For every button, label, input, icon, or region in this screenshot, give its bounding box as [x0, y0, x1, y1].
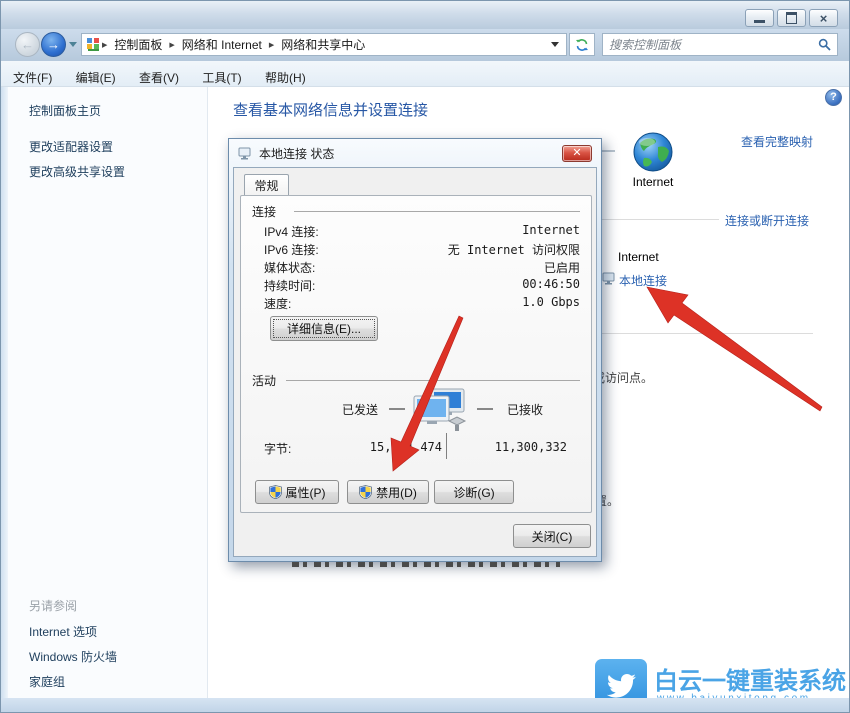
back-button[interactable]: ←: [15, 32, 40, 57]
page-title: 查看基本网络信息并设置连接: [233, 99, 428, 120]
minimize-button[interactable]: [745, 9, 774, 27]
section-divider: [601, 219, 719, 220]
annotation-arrow-local-connection: [647, 287, 822, 411]
breadcrumb-network-sharing-center[interactable]: 网络和共享中心: [275, 36, 371, 53]
diagnose-button-label: 诊断(G): [453, 484, 494, 501]
disable-button-label: 禁用(D): [376, 484, 417, 501]
sidebar-see-also-header: 另请参阅: [29, 597, 77, 614]
duration-label: 持续时间:: [264, 277, 315, 294]
search-icon: [818, 38, 831, 51]
dialog-monitor-icon: [238, 147, 251, 160]
refresh-icon: [575, 38, 589, 52]
activity-group-label: 活动: [252, 372, 276, 389]
details-button[interactable]: 详细信息(E)...: [270, 316, 378, 341]
internet-globe-icon: [632, 131, 674, 173]
search-box[interactable]: [602, 33, 838, 56]
media-state-value: 已启用: [380, 259, 580, 276]
bytes-received-value: 11,300,332: [469, 440, 567, 454]
connection-monitor-icon: [602, 272, 615, 285]
address-bar[interactable]: ▶ 控制面板 ▶ 网络和 Internet ▶ 网络和共享中心: [81, 33, 567, 56]
sidebar-item-internet-options[interactable]: Internet 选项: [29, 623, 97, 640]
ipv6-value: 无 Internet 访问权限: [380, 241, 580, 258]
local-area-connection-link[interactable]: 本地连接: [619, 272, 667, 289]
details-button-label: 详细信息(E)...: [287, 320, 361, 337]
watermark-title: 白云一键重装系统: [654, 661, 846, 696]
tab-general[interactable]: 常规: [244, 174, 289, 196]
group-divider: [286, 380, 580, 381]
breadcrumb-control-panel[interactable]: 控制面板: [108, 36, 168, 53]
uac-shield-icon: [269, 485, 282, 499]
bytes-sent-value: 15,604,474: [342, 440, 442, 454]
duration-value: 00:46:50: [380, 277, 580, 291]
properties-button[interactable]: 属性(P): [255, 480, 339, 504]
connection-group-label: 连接: [252, 203, 276, 220]
speed-label: 速度:: [264, 295, 291, 312]
ipv4-value: Internet: [380, 223, 580, 237]
search-input[interactable]: [603, 38, 818, 52]
breadcrumb-separator-icon: ▶: [168, 41, 175, 49]
connect-disconnect-link[interactable]: 连接或断开连接: [725, 212, 809, 229]
menu-file[interactable]: 文件(F): [3, 64, 62, 86]
active-network-name: Internet: [618, 250, 659, 264]
restore-button[interactable]: [777, 9, 806, 27]
menu-help[interactable]: 帮助(H): [255, 64, 316, 86]
dialog-title: 本地连接 状态: [259, 145, 334, 162]
dialog-titlebar[interactable]: 本地连接 状态 ✕: [229, 139, 601, 167]
sidebar-item-change-adapter-settings[interactable]: 更改适配器设置: [29, 138, 113, 155]
ipv4-label: IPv4 连接:: [264, 223, 319, 240]
dialog-close-button[interactable]: ✕: [562, 145, 592, 162]
bytes-divider: [446, 433, 447, 459]
local-connection-status-dialog: 本地连接 状态 ✕ 常规 连接 IPv4 连接: Internet IPv6 连…: [228, 138, 602, 562]
clipped-background-text: [292, 562, 560, 567]
received-dash: [477, 408, 493, 410]
group-divider: [294, 211, 580, 212]
dialog-close-icon: ✕: [572, 147, 581, 159]
ipv6-label: IPv6 连接:: [264, 241, 319, 258]
menu-view[interactable]: 查看(V): [129, 64, 189, 86]
restore-icon: [786, 12, 797, 24]
window-titlebar: [1, 1, 850, 29]
breadcrumb-separator-icon: ▶: [101, 41, 108, 49]
window-frame-bottom: [1, 698, 850, 713]
twitter-bird-icon: [604, 668, 638, 702]
menu-edit[interactable]: 编辑(E): [66, 64, 126, 86]
sent-dash: [389, 408, 405, 410]
sidebar-item-homegroup[interactable]: 家庭组: [29, 673, 65, 690]
diagnose-button[interactable]: 诊断(G): [434, 480, 514, 504]
sent-label: 已发送: [342, 401, 378, 418]
network-location-icon: [86, 37, 101, 52]
help-icon[interactable]: ?: [825, 89, 842, 106]
close-icon: ×: [820, 11, 828, 26]
close-dialog-button-label: 关闭(C): [532, 528, 573, 545]
network-sharing-center-window: × ← → ▶ 控制面板 ▶ 网络和 Internet ▶ 网络和共享中心: [0, 0, 850, 713]
recent-pages-dropdown-icon[interactable]: [69, 42, 77, 47]
received-label: 已接收: [507, 401, 543, 418]
media-state-label: 媒体状态:: [264, 259, 315, 276]
forward-button[interactable]: →: [41, 32, 66, 57]
view-full-map-link[interactable]: 查看完整映射: [741, 133, 813, 150]
menu-tools[interactable]: 工具(T): [192, 64, 251, 86]
sidebar-item-control-panel-home[interactable]: 控制面板主页: [29, 102, 101, 119]
bytes-label: 字节:: [264, 440, 291, 457]
window-frame-left: [1, 87, 8, 713]
activity-computers-icon: [413, 388, 467, 434]
back-arrow-icon: ←: [16, 33, 39, 56]
speed-value: 1.0 Gbps: [380, 295, 580, 309]
internet-map-label: Internet: [623, 175, 683, 189]
uac-shield-icon: [359, 485, 372, 499]
section-divider: [601, 333, 813, 334]
minimize-icon: [754, 20, 765, 23]
forward-arrow-icon: →: [42, 33, 65, 56]
address-history-dropdown-icon[interactable]: [551, 42, 559, 47]
breadcrumb-separator-icon: ▶: [268, 41, 275, 49]
breadcrumb-network-internet[interactable]: 网络和 Internet: [176, 36, 268, 53]
properties-button-label: 属性(P): [286, 484, 326, 501]
clipped-text-access-point: 或访问点。: [593, 369, 653, 386]
disable-button[interactable]: 禁用(D): [347, 480, 429, 504]
sidebar-item-change-advanced-sharing[interactable]: 更改高级共享设置: [29, 163, 125, 180]
close-button[interactable]: ×: [809, 9, 838, 27]
sidebar-item-windows-firewall[interactable]: Windows 防火墙: [29, 648, 117, 665]
refresh-button[interactable]: [569, 33, 595, 56]
close-dialog-button[interactable]: 关闭(C): [513, 524, 591, 548]
